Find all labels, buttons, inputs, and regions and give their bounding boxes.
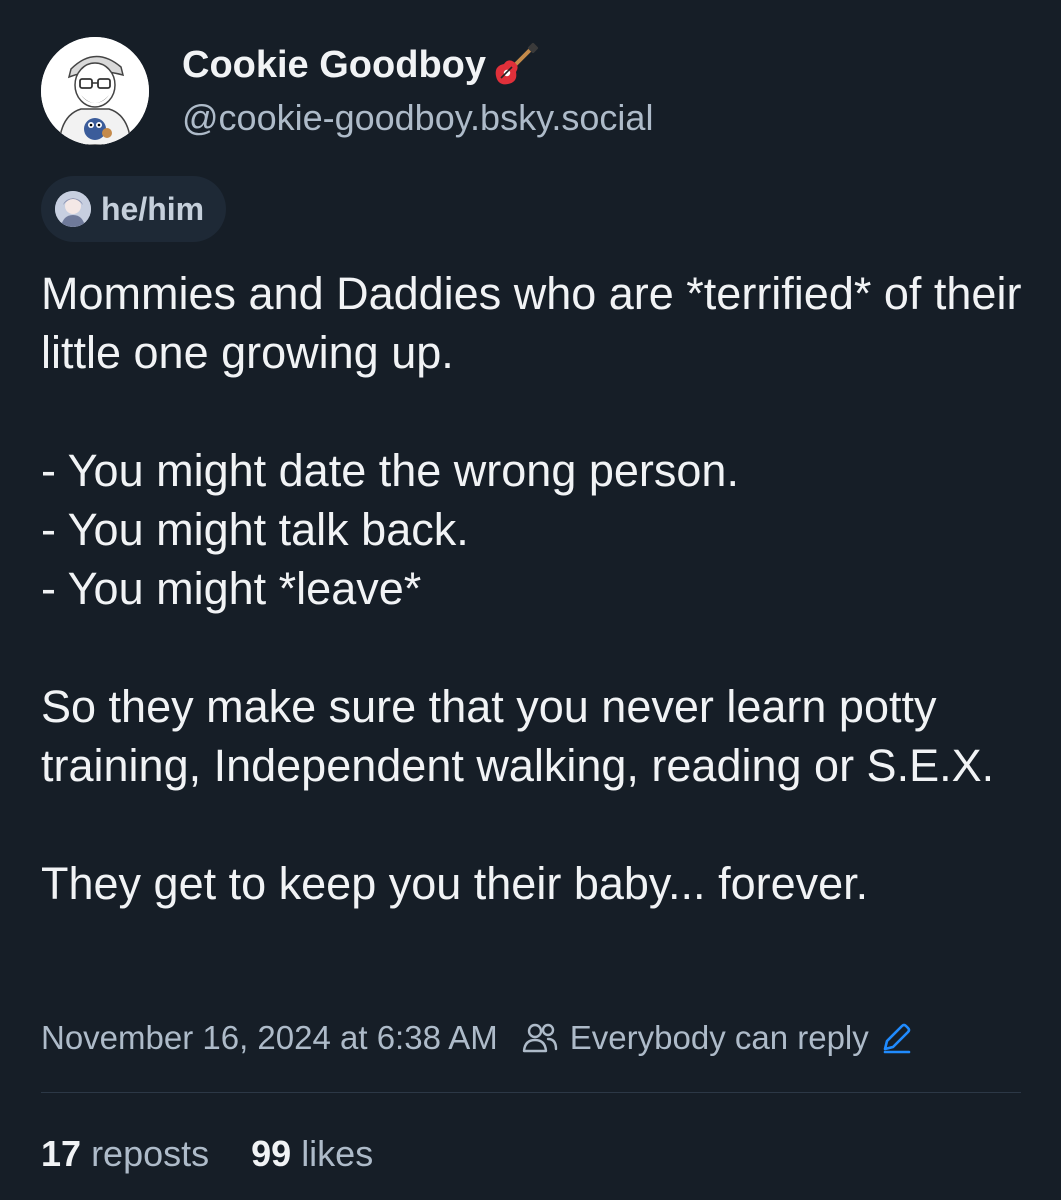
pronouns-label: he/him — [101, 190, 205, 227]
likes-label: likes — [301, 1133, 374, 1174]
pencil-icon[interactable] — [879, 1021, 913, 1055]
electric-guitar-icon — [490, 40, 540, 90]
post-line: - You might talk back. — [41, 504, 469, 555]
display-name-text: Cookie Goodboy — [182, 44, 486, 86]
pronouns-badge: he/him — [41, 176, 227, 242]
reposts-count: 17 — [41, 1133, 82, 1174]
post-paragraph: Mommies and Daddies who are *terrified* … — [41, 264, 1031, 382]
author-display-name[interactable]: Cookie Goodboy — [182, 40, 540, 90]
reposts-label: reposts — [91, 1133, 210, 1174]
pronouns-avatar-icon — [55, 191, 91, 227]
reply-setting-label: Everybody can reply — [569, 1019, 869, 1056]
reply-setting[interactable]: Everybody can reply — [520, 1018, 913, 1058]
post-line: - You might date the wrong person. — [41, 445, 739, 496]
author-avatar[interactable] — [41, 37, 149, 145]
author-handle[interactable]: @cookie-goodboy.bsky.social — [182, 96, 653, 140]
post-stats: 17 reposts 99 likes — [41, 1130, 373, 1178]
post-line: Mommies and Daddies who are *terrified* … — [41, 268, 1022, 378]
post-paragraph: - You might date the wrong person. - You… — [41, 441, 1031, 618]
post-meta: November 16, 2024 at 6:38 AM Everybody c… — [41, 1014, 913, 1062]
post-paragraph: They get to keep you their baby... forev… — [41, 854, 1031, 913]
post-paragraph: So they make sure that you never learn p… — [41, 677, 1031, 795]
post-line: - You might *leave* — [41, 563, 422, 614]
post-line: They get to keep you their baby... forev… — [41, 858, 869, 909]
likes-stat[interactable]: 99 likes — [251, 1130, 373, 1178]
people-icon — [522, 1023, 557, 1053]
post-timestamp[interactable]: November 16, 2024 at 6:38 AM — [41, 1019, 498, 1057]
post-thread-item: Cookie Goodboy @cookie-goodboy.bsky.soci… — [0, 0, 1061, 1200]
divider — [41, 1092, 1021, 1093]
post-text: Mommies and Daddies who are *terrified* … — [41, 264, 1031, 913]
post-line: So they make sure that you never learn p… — [41, 681, 995, 791]
likes-count: 99 — [251, 1133, 292, 1174]
reposts-stat[interactable]: 17 reposts — [41, 1130, 209, 1178]
